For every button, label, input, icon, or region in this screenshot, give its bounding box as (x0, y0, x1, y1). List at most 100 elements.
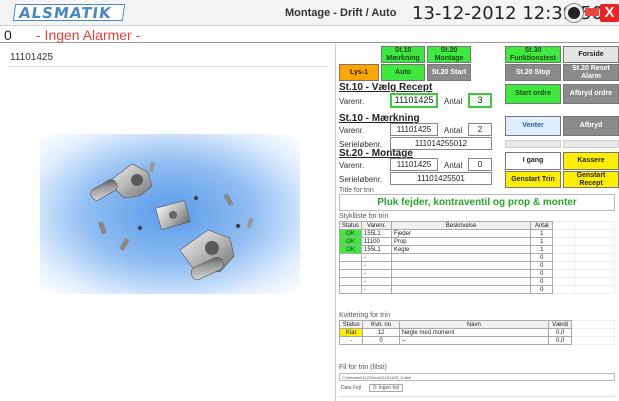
serie-label: Serieløbenr. (339, 175, 383, 184)
alarm-bar: 0 - Ingen Alarmer - (0, 27, 619, 43)
kvittering-label: Kvittering for trin (339, 312, 390, 319)
antal-cell: 0 (530, 277, 554, 286)
data-fejl-label: Data Fejl (341, 385, 362, 391)
alarm-text: - Ingen Alarmer - (36, 27, 141, 43)
blank-cell (571, 328, 615, 337)
step-title-banner: Pluk fejder, kontraventil og prop & mont… (339, 194, 615, 211)
genstart-recept-button[interactable]: Genstart Recept (563, 171, 619, 188)
blank-cell (552, 253, 576, 262)
table-row[interactable]: - 0 (338, 261, 615, 270)
table-row[interactable]: OK 11100 Prop 1 (338, 237, 615, 246)
table-row[interactable]: - 0 (338, 277, 615, 286)
column-header: Status (338, 320, 364, 329)
title-for-trin-label: Title for trin (339, 187, 374, 194)
table-row[interactable]: - 0 (338, 269, 615, 278)
fil-label: Fil for trin (filsti) (339, 364, 387, 371)
exploded-assembly-illustration (90, 161, 254, 280)
recept-varenr-field[interactable]: 11101425 (390, 93, 438, 108)
blank-cell (574, 261, 615, 270)
table-header-row: Status Kvit. no Navn Værdi (338, 320, 615, 329)
st30-funktionstest-button[interactable]: St.30 Funktionstest (505, 46, 561, 63)
start-ordre-button[interactable]: Start ordre (505, 84, 561, 104)
window-title: Montage - Drift / Auto (285, 7, 397, 19)
status-cell: Klar (338, 328, 364, 337)
status-cell (338, 253, 363, 262)
navn-cell: -- (398, 336, 549, 345)
blank-cell (571, 336, 615, 345)
genstart-trin-button[interactable]: Genstart Trin (505, 171, 561, 188)
antal-cell: 0 (530, 253, 554, 262)
vaerdi-cell: 0,0 (547, 328, 573, 337)
company-logo: ALSMATIK (12, 4, 126, 22)
description-cell (390, 269, 532, 278)
lys-button[interactable]: Lys-1 (339, 64, 379, 81)
table-row[interactable]: - 0 (338, 253, 615, 262)
afbryd-button[interactable]: Afbryd (563, 116, 619, 136)
blank-cell (552, 269, 576, 278)
st20-stop-button[interactable]: St.20 Stop (505, 64, 561, 81)
blank-cell (574, 285, 615, 294)
minimize-button[interactable] (585, 8, 599, 16)
varenr-cell: - (361, 253, 392, 262)
marking-antal-field[interactable]: 2 (468, 123, 492, 136)
varenr-cell: 11100 (361, 237, 392, 246)
st10-marking-button[interactable]: St.10 Mærkning (381, 46, 425, 63)
blank-cell (574, 253, 615, 262)
alarm-count: 0 (4, 27, 12, 43)
file-path-field[interactable]: C:\element\1122\html\11101425_3.html (339, 373, 615, 381)
kassere-button[interactable]: Kassere (563, 152, 619, 170)
antal-label: Antal (444, 126, 463, 135)
column-header: Varenr. (361, 221, 392, 230)
camera-icon[interactable] (565, 4, 583, 22)
st20-montage-button[interactable]: St.20 Montage (427, 46, 471, 63)
description-cell (390, 285, 532, 294)
close-button[interactable]: X (600, 4, 619, 22)
marking-varenr-field[interactable]: 11101425 (390, 123, 438, 136)
styklliste-label: Styklliste for trin (339, 213, 389, 220)
data-fejl-value: 0: Ingen fejl (369, 384, 403, 392)
blank-cell (552, 277, 576, 286)
recept-antal-field[interactable]: 3 (468, 93, 492, 108)
status-cell: OK (338, 245, 363, 254)
table-row[interactable]: OK 155L1 Fjeder 1 (338, 229, 615, 238)
table-row[interactable]: OK 155L1 Kegle 1 (338, 245, 615, 254)
divider (8, 66, 328, 67)
montage-varenr-field[interactable]: 11101425 (390, 158, 438, 171)
varenr-cell: - (361, 285, 392, 294)
varenr-label: Varenr. (339, 97, 365, 106)
auto-button[interactable]: Auto (381, 64, 425, 81)
part-number: 11101425 (10, 52, 54, 63)
table-row[interactable]: - 0 -- 0,0 (338, 336, 615, 345)
st10-recept-title: St.10 - Vælg Recept (339, 82, 433, 93)
st20-reset-alarm-button[interactable]: St.20 Reset Alarm (563, 64, 619, 81)
kvit-no-cell: 0 (362, 336, 400, 345)
column-header: Navn (398, 320, 549, 329)
antal-label: Antal (444, 97, 463, 106)
table-row[interactable]: - 0 (338, 285, 615, 294)
column-header: Status (338, 221, 363, 230)
status-cell (338, 269, 363, 278)
venter-button[interactable]: Venter (505, 116, 561, 136)
control-panel: St.10 Mærkning St.20 Montage St.30 Funkt… (337, 44, 619, 401)
afbryd-ordre-button[interactable]: Afbryd ordre (563, 84, 619, 104)
kvit-no-cell: 12 (362, 328, 400, 337)
description-cell (390, 253, 532, 262)
st20-start-button[interactable]: St.20 Start (427, 64, 471, 81)
status-cell: OK (338, 229, 363, 238)
antal-cell: 1 (530, 237, 554, 246)
i-gang-button[interactable]: I gang (505, 152, 561, 170)
montage-antal-field[interactable]: 0 (468, 158, 492, 171)
kvittering-table: Status Kvit. no Navn Værdi Klar 12 Nøgle… (338, 320, 615, 345)
blank-cell (552, 261, 576, 270)
montage-serie-field[interactable]: 11101425501 (390, 172, 492, 185)
blank-cell (552, 229, 576, 238)
blank-cell (552, 237, 576, 246)
styklliste-table: Status Varenr. Beskrivelse Antal OK 155L… (338, 221, 615, 294)
title-bar: ALSMATIK Montage - Drift / Auto 13-12-20… (0, 0, 619, 26)
navn-cell: Nøgle med moment (398, 328, 549, 337)
status-cell (338, 261, 363, 270)
blank-cell (552, 285, 576, 294)
blank-cell (574, 277, 615, 286)
forside-button[interactable]: Forside (563, 46, 619, 63)
table-row[interactable]: Klar 12 Nøgle med moment 0,0 (338, 328, 615, 337)
